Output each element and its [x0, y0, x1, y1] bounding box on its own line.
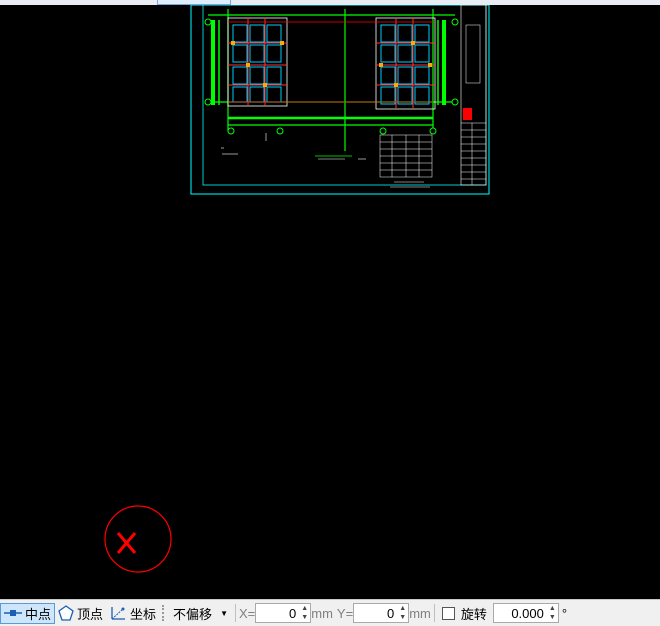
schedule-table: [379, 134, 433, 188]
snap-vertex-button[interactable]: 顶点: [55, 603, 106, 624]
degree-symbol: °: [561, 605, 568, 621]
x-spinner-arrows[interactable]: ▲ ▼: [299, 604, 310, 622]
drawing-svg: [104, 4, 490, 573]
y-coordinate-input[interactable]: 0 ▲ ▼: [353, 603, 410, 623]
divider: [433, 604, 435, 622]
divider: [234, 604, 236, 622]
title-block: [460, 4, 487, 186]
chevron-down-icon: ▼: [220, 608, 228, 618]
toolbar-grip: [162, 605, 166, 621]
notes: [221, 133, 366, 160]
cad-drawing-canvas[interactable]: [0, 4, 660, 599]
rotate-spinner-arrows[interactable]: ▲ ▼: [547, 604, 558, 622]
right-floor-plan: [375, 17, 436, 110]
axis-grid: [208, 9, 455, 157]
offset-mode-dropdown[interactable]: 不偏移 ▼: [169, 604, 232, 623]
left-floor-plan: [227, 17, 288, 107]
snap-vertex-label: 顶点: [77, 606, 104, 622]
y-label: Y=: [336, 605, 354, 621]
rotate-checkbox[interactable]: [441, 606, 455, 620]
x-unit: mm: [311, 605, 333, 621]
snap-coordinate-button[interactable]: 坐标: [106, 603, 159, 624]
snap-midpoint-label: 中点: [25, 606, 52, 622]
snap-coordinate-label: 坐标: [130, 606, 157, 622]
rotate-label: 旋转: [460, 606, 487, 622]
coordinate-axis-icon: [111, 607, 126, 620]
snap-midpoint-button[interactable]: 中点: [0, 602, 56, 624]
rotate-angle-input[interactable]: 0.000 ▲ ▼: [492, 603, 559, 623]
offset-mode-value: 不偏移: [173, 606, 213, 622]
status-toolbar: 中点 顶点 坐标 不偏移 ▼ X= 0 ▲ ▼ mm Y= 0 ▲ ▼ mm 旋转 …: [0, 599, 660, 626]
midpoint-icon: [4, 610, 22, 616]
y-unit: mm: [409, 605, 431, 621]
x-label: X=: [238, 605, 256, 621]
x-coordinate-input[interactable]: 0 ▲ ▼: [255, 603, 312, 623]
error-x-icon: [104, 505, 172, 573]
vertex-pentagon-icon: [58, 605, 74, 621]
y-spinner-arrows[interactable]: ▲ ▼: [397, 604, 408, 622]
